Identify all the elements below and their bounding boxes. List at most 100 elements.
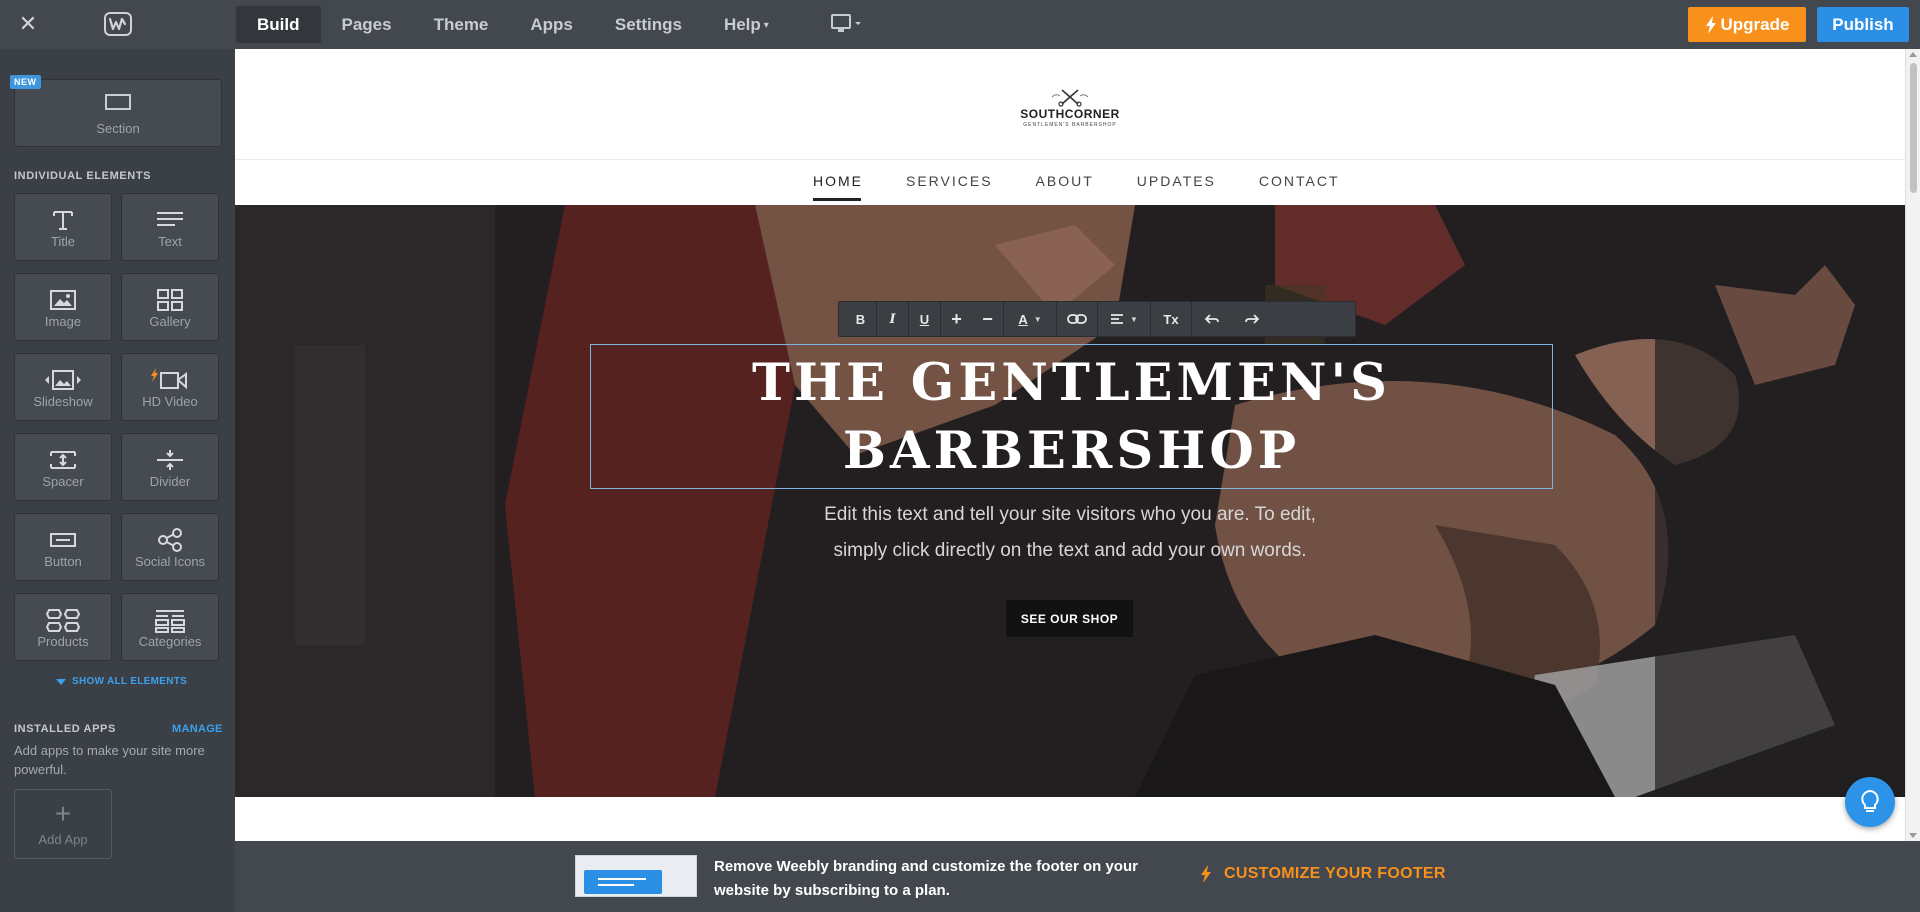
scrollbar-thumb[interactable] xyxy=(1910,63,1917,193)
title-icon xyxy=(15,208,111,236)
categories-icon xyxy=(122,608,218,636)
scroll-down-arrow-icon[interactable] xyxy=(1909,833,1917,838)
show-all-elements-link[interactable]: SHOW ALL ELEMENTS xyxy=(56,676,187,687)
image-icon xyxy=(15,288,111,316)
tab-theme[interactable]: Theme xyxy=(413,6,510,43)
redo-button[interactable] xyxy=(1232,302,1272,336)
products-icon xyxy=(15,608,111,636)
scissors-razor-logo-icon xyxy=(1051,89,1089,107)
section-label: Section xyxy=(96,121,140,136)
footer-preview-line xyxy=(598,884,634,886)
desktop-preview-icon[interactable] xyxy=(830,13,864,35)
title-element-tile[interactable]: Title xyxy=(14,193,112,261)
tab-help-label: Help xyxy=(723,15,761,34)
gallery-element-label: Gallery xyxy=(149,314,191,329)
font-color-label: A xyxy=(1018,311,1028,327)
categories-element-label: Categories xyxy=(138,634,202,649)
link-icon xyxy=(1067,314,1087,324)
site-canvas: SOUTHCORNER GENTLEMEN'S BARBERSHOP HOME … xyxy=(235,49,1905,841)
tab-apps[interactable]: Apps xyxy=(509,6,594,43)
divider-element-tile[interactable]: Divider xyxy=(121,433,219,501)
hd-video-element-label: HD Video xyxy=(142,394,198,409)
tab-build[interactable]: Build xyxy=(236,6,321,43)
see-our-shop-button[interactable]: SEE OUR SHOP xyxy=(1006,600,1133,637)
new-badge: NEW xyxy=(10,75,41,89)
lightbulb-icon xyxy=(1861,789,1879,812)
weebly-logo-icon[interactable] xyxy=(104,12,132,36)
nav-item-contact[interactable]: CONTACT xyxy=(1259,173,1340,201)
nav-item-updates[interactable]: UPDATES xyxy=(1137,173,1216,201)
add-app-button[interactable]: + Add App xyxy=(14,789,112,859)
products-element-label: Products xyxy=(37,634,89,649)
text-element-tile[interactable]: Text xyxy=(121,193,219,261)
slideshow-element-tile[interactable]: Slideshow xyxy=(14,353,112,421)
undo-icon xyxy=(1204,314,1219,324)
button-element-label: Button xyxy=(44,554,82,569)
top-bar: ✕ Build Pages Theme Apps Settings Help ▾ … xyxy=(0,0,1920,49)
divider-icon xyxy=(122,448,218,476)
upgrade-label: Upgrade xyxy=(1720,14,1790,34)
installed-apps-heading: INSTALLED APPS xyxy=(14,723,116,735)
button-icon xyxy=(15,528,111,556)
underline-button[interactable]: U xyxy=(909,302,940,336)
nav-item-services[interactable]: SERVICES xyxy=(906,173,993,201)
align-left-icon xyxy=(1111,314,1124,324)
font-color-button[interactable]: A ▼ xyxy=(1004,302,1056,336)
caret-down-icon: ▼ xyxy=(1130,314,1138,324)
image-element-label: Image xyxy=(44,314,82,329)
main-tabs: Build Pages Theme Apps Settings Help ▾ xyxy=(236,6,790,43)
nav-item-about[interactable]: ABOUT xyxy=(1036,173,1094,201)
italic-button[interactable]: I xyxy=(877,302,908,336)
decrease-font-button[interactable]: − xyxy=(972,302,1003,336)
bolt-icon xyxy=(1705,15,1716,34)
site-logo[interactable]: SOUTHCORNER GENTLEMEN'S BARBERSHOP xyxy=(1015,87,1125,135)
section-element-tile[interactable]: Section xyxy=(14,79,222,147)
nav-item-home[interactable]: HOME xyxy=(813,173,863,201)
manage-apps-link[interactable]: MANAGE xyxy=(172,723,223,735)
hero-title[interactable]: THE GENTLEMEN'S BARBERSHOP xyxy=(590,349,1553,485)
categories-element-tile[interactable]: Categories xyxy=(121,593,219,661)
spacer-element-tile[interactable]: Spacer xyxy=(14,433,112,501)
tab-settings[interactable]: Settings xyxy=(594,6,703,43)
link-button[interactable] xyxy=(1057,302,1097,336)
site-logo-text: SOUTHCORNER xyxy=(1020,107,1120,121)
increase-font-button[interactable]: + xyxy=(941,302,972,336)
site-logo-subtext: GENTLEMEN'S BARBERSHOP xyxy=(1023,122,1117,128)
close-icon[interactable]: ✕ xyxy=(16,12,40,36)
scroll-up-arrow-icon[interactable] xyxy=(1909,52,1917,57)
show-all-label: SHOW ALL ELEMENTS xyxy=(72,676,188,687)
clear-format-button[interactable]: Tx xyxy=(1151,302,1191,336)
video-icon xyxy=(122,368,218,396)
undo-button[interactable] xyxy=(1192,302,1232,336)
button-element-tile[interactable]: Button xyxy=(14,513,112,581)
canvas-scrollbar[interactable] xyxy=(1905,49,1920,841)
hero-subtitle[interactable]: Edit this text and tell your site visito… xyxy=(695,497,1445,569)
rich-text-toolbar: B I U + − A ▼ ▼ Tx xyxy=(838,301,1356,337)
caret-down-icon: ▾ xyxy=(763,20,769,32)
footer-preview-image xyxy=(575,855,697,897)
align-button[interactable]: ▼ xyxy=(1098,302,1150,336)
image-element-tile[interactable]: Image xyxy=(14,273,112,341)
gallery-icon xyxy=(122,288,218,316)
add-app-label: Add App xyxy=(38,832,88,847)
footer-preview-block xyxy=(584,870,662,894)
tab-pages[interactable]: Pages xyxy=(321,6,413,43)
bold-button[interactable]: B xyxy=(845,302,876,336)
tab-help[interactable]: Help ▾ xyxy=(703,6,790,43)
customize-footer-link[interactable]: CUSTOMIZE YOUR FOOTER xyxy=(1200,865,1446,883)
upgrade-button[interactable]: Upgrade xyxy=(1688,7,1806,42)
gallery-element-tile[interactable]: Gallery xyxy=(121,273,219,341)
slideshow-element-label: Slideshow xyxy=(33,394,93,409)
publish-button[interactable]: Publish xyxy=(1817,7,1909,42)
hd-video-element-tile[interactable]: HD Video xyxy=(121,353,219,421)
social-icons-element-tile[interactable]: Social Icons xyxy=(121,513,219,581)
caret-down-icon xyxy=(56,678,66,685)
apps-description: Add apps to make your site more powerful… xyxy=(14,743,205,777)
spacer-element-label: Spacer xyxy=(42,474,84,489)
caret-down-icon: ▼ xyxy=(1033,314,1042,324)
products-element-tile[interactable]: Products xyxy=(14,593,112,661)
help-tips-button[interactable] xyxy=(1845,777,1895,827)
bolt-icon xyxy=(1201,865,1211,883)
redo-icon xyxy=(1245,314,1260,324)
hero-subtitle-line-1: Edit this text and tell your site visito… xyxy=(824,504,1316,525)
